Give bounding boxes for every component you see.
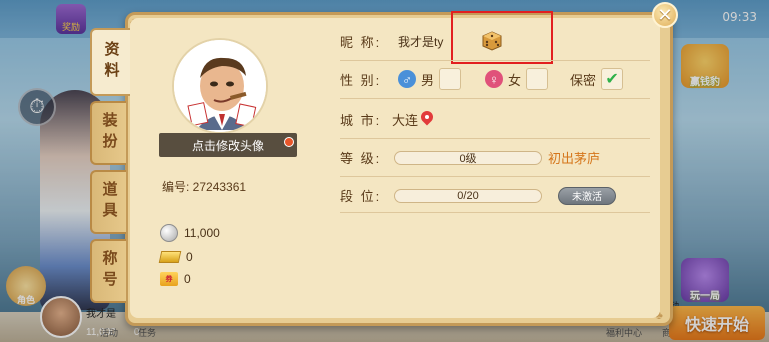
city-row: 城 市: 大连	[340, 110, 434, 129]
avatar-character-icon	[174, 40, 266, 132]
voucher-amount: 0	[184, 272, 191, 286]
female-label: 女	[508, 72, 522, 88]
rank-value: 0/20	[457, 189, 479, 202]
city-label: 城 市:	[340, 113, 382, 128]
close-icon: ✕	[657, 4, 673, 25]
row-divider	[340, 60, 650, 61]
level-value: 0级	[459, 152, 477, 165]
male-checkbox[interactable]	[439, 68, 462, 90]
gender-row: 性 别: ♂ 男 ♀ 女 保密 ✔	[340, 68, 624, 90]
tab-dressup[interactable]: 装扮	[90, 101, 126, 165]
gender-option-female[interactable]: ♀ 女	[485, 68, 549, 90]
checkmark-icon: ✔	[605, 71, 619, 88]
voucher-icon: 券	[160, 272, 178, 286]
nickname-label: 昵 称:	[340, 35, 382, 50]
gender-option-male[interactable]: ♂ 男	[398, 68, 462, 90]
gold-amount: 0	[186, 250, 193, 264]
nickname-value[interactable]: 我才是ty	[398, 33, 443, 50]
row-divider	[340, 138, 650, 139]
tab-items[interactable]: 道具	[90, 170, 126, 234]
row-divider	[340, 176, 650, 177]
voucher-balance: 券 0	[160, 272, 191, 286]
row-divider	[340, 98, 650, 99]
female-symbol-icon: ♀	[485, 70, 504, 88]
profile-tabs: 资料 装扮 道具 称号	[90, 28, 130, 303]
level-label: 等 级:	[340, 151, 382, 166]
female-checkbox[interactable]	[526, 68, 549, 90]
avatar[interactable]	[172, 38, 268, 134]
rank-row: 段 位: 0/20 未激活	[340, 186, 616, 205]
male-symbol-icon: ♂	[398, 70, 416, 88]
gender-label: 性 别:	[340, 72, 382, 88]
tab-titles[interactable]: 称号	[90, 239, 126, 303]
secret-label: 保密	[570, 72, 597, 88]
close-button[interactable]: ✕	[652, 2, 678, 28]
silver-balance: 11,000	[160, 224, 220, 242]
level-row: 等 级: 0级 初出茅庐	[340, 148, 600, 167]
rank-inactive-button[interactable]: 未激活	[558, 186, 616, 205]
notification-dot-icon	[284, 137, 294, 147]
nickname-row: 昵 称: 我才是ty	[340, 32, 443, 51]
level-progress-bar: 0级	[394, 150, 542, 165]
rank-label: 段 位:	[340, 189, 382, 204]
gold-bar-icon	[158, 251, 182, 263]
location-pin-icon[interactable]	[420, 111, 434, 129]
city-value: 大连	[392, 113, 419, 128]
silver-amount: 11,000	[184, 226, 220, 240]
gender-option-secret[interactable]: 保密 ✔	[568, 68, 624, 90]
gold-balance: 0	[158, 250, 193, 264]
rank-progress-bar: 0/20	[394, 188, 542, 203]
tab-profile[interactable]: 资料	[90, 28, 130, 96]
male-label: 男	[421, 72, 435, 88]
level-title: 初出茅庐	[548, 151, 601, 166]
user-id: 编号: 27243361	[162, 180, 247, 194]
silver-coin-icon	[160, 224, 178, 242]
highlight-annotation-box	[451, 11, 553, 64]
row-divider	[340, 212, 650, 213]
secret-checkbox[interactable]: ✔	[601, 68, 624, 90]
edit-avatar-button[interactable]: 点击修改头像	[159, 133, 297, 157]
